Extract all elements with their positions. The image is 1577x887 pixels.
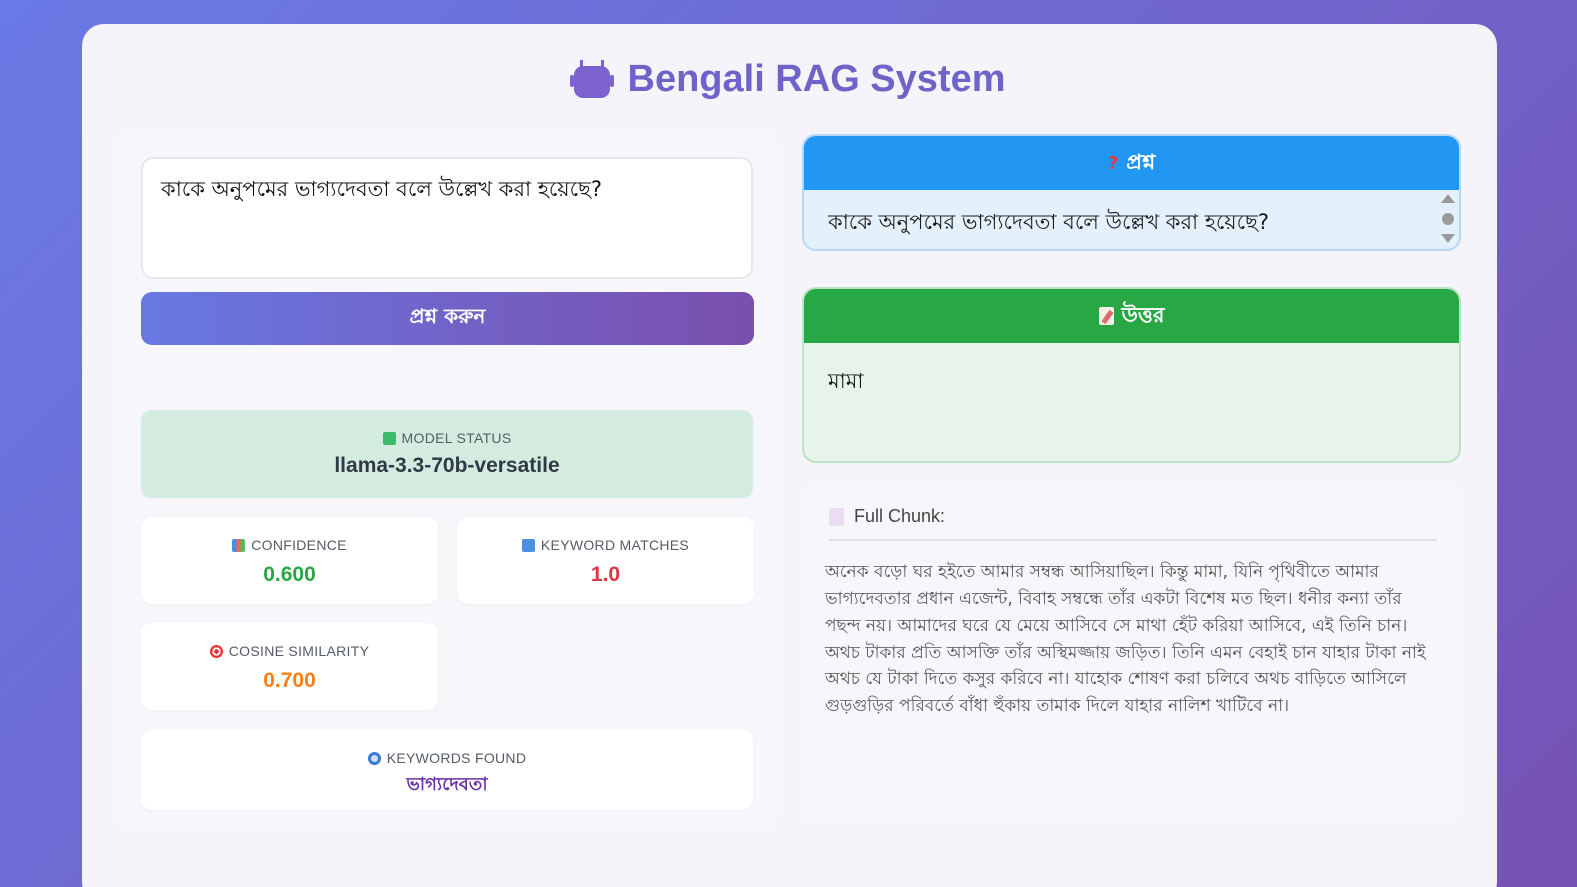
bar-chart-icon — [232, 538, 246, 552]
question-header: প্রশ্ন — [1126, 149, 1156, 174]
model-status-card: MODEL STATUS llama-3.3-70b-versatile — [141, 410, 753, 498]
memo-icon — [1098, 307, 1114, 325]
confidence-label: CONFIDENCE — [251, 537, 347, 553]
keywords-found-label: KEYWORDS FOUND — [386, 750, 527, 766]
answer-text: মামা — [828, 369, 864, 393]
chunk-header: Full Chunk: — [854, 506, 946, 526]
cosine-similarity-card: COSINE SIMILARITY 0.700 — [141, 623, 438, 710]
confidence-value: 0.600 — [263, 563, 316, 586]
search-icon — [367, 751, 381, 765]
question-display: ? প্রশ্ন কাকে অনুপমের ভাগ্যদেবতা বলে উল্… — [802, 134, 1461, 251]
question-input[interactable]: কাকে অনুপমের ভাগ্যদেবতা বলে উল্লেখ করা হ… — [141, 157, 753, 279]
question-icon: ? — [1107, 152, 1119, 174]
model-status-value: llama-3.3-70b-versatile — [334, 454, 560, 477]
page-title: Bengali RAG System — [627, 58, 1006, 100]
robot-icon — [569, 59, 614, 100]
keyword-matches-card: KEYWORD MATCHES 1.0 — [457, 517, 754, 604]
scroll-up-icon[interactable] — [1441, 194, 1455, 203]
cosine-similarity-label: COSINE SIMILARITY — [228, 643, 370, 659]
check-icon — [382, 431, 396, 445]
chunk-text: অনেক বড়ো ঘর হইতে আমার সম্বন্ধ আসিয়াছিল… — [825, 562, 1426, 717]
scroll-thumb[interactable] — [1442, 213, 1454, 225]
answer-display: উত্তর মামা — [802, 287, 1461, 463]
keyword-matches-value: 1.0 — [590, 563, 621, 586]
page-header: Bengali RAG System — [0, 58, 1577, 101]
numbers-icon — [521, 538, 535, 552]
keywords-found-card: KEYWORDS FOUND ভাগ্যদেবতা — [141, 730, 753, 810]
confidence-card: CONFIDENCE 0.600 — [141, 517, 438, 604]
keyword-matches-label: KEYWORD MATCHES — [540, 537, 690, 553]
scroll-down-icon[interactable] — [1441, 234, 1455, 243]
full-chunk-panel: Full Chunk: অনেক বড়ো ঘর হইতে আমার সম্বন… — [801, 484, 1461, 826]
question-text: কাকে অনুপমের ভাগ্যদেবতা বলে উল্লেখ করা হ… — [828, 210, 1269, 234]
answer-header: উত্তর — [1121, 302, 1165, 327]
keywords-found-value: ভাগ্যদেবতা — [406, 774, 488, 795]
scrollbar[interactable] — [1439, 192, 1457, 249]
cosine-similarity-value: 0.700 — [263, 669, 316, 692]
target-icon — [209, 644, 223, 658]
ask-button[interactable]: প্রশ্ন করুন — [141, 292, 754, 345]
document-icon — [829, 507, 844, 526]
model-status-label: MODEL STATUS — [401, 430, 512, 446]
